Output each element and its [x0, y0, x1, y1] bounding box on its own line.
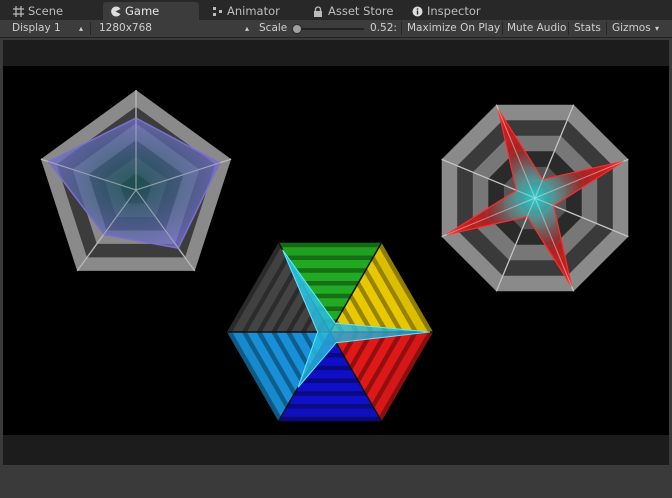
animator-icon: [211, 5, 223, 17]
tab-asset-store-label: Asset Store: [328, 4, 394, 18]
octagon-radar: [441, 104, 629, 292]
maximize-on-play-toggle[interactable]: Maximize On Play: [407, 20, 500, 37]
hexagon-band-gap: [293, 268, 367, 273]
tab-animator[interactable]: Animator: [205, 2, 286, 20]
hexagon-radar: [227, 242, 433, 422]
scale-slider-track[interactable]: [296, 28, 364, 30]
scale-label: Scale: [259, 22, 288, 34]
tab-asset-store[interactable]: Asset Store: [306, 2, 400, 20]
pentagon-radar: [40, 90, 232, 272]
mute-audio-toggle[interactable]: Mute Audio: [507, 20, 566, 37]
stats-toggle[interactable]: Stats: [574, 20, 601, 37]
display-dropdown[interactable]: Display 1: [12, 20, 61, 37]
toolbar-separator: [90, 22, 91, 35]
toolbar-separator: [502, 22, 503, 35]
hexagon-band-gap: [278, 242, 382, 248]
toolbar-separator: [606, 22, 607, 35]
tab-game-label: Game: [125, 4, 160, 18]
game-toolbar: Display 1 ▴︎ 1280x768 ▴︎ Scale 0.52: Max…: [0, 20, 672, 38]
tab-bar: Scene Game Animator Asset Store Inspecto…: [0, 0, 672, 20]
hexagon-band-gap: [285, 255, 375, 260]
radar-charts-scene: [40, 90, 629, 422]
hexagon-band-gap: [285, 404, 375, 409]
hexagon-band-gap: [278, 416, 382, 422]
gizmos-dropdown-arrow-icon[interactable]: ▾: [655, 20, 659, 37]
toolbar-separator: [401, 22, 402, 35]
info-icon: [411, 5, 423, 17]
resolution-dropdown-arrows-icon[interactable]: ▴︎: [245, 20, 249, 37]
hexagon-band-gap: [293, 391, 367, 396]
scale-value: 0.52:: [370, 22, 397, 34]
resolution-dropdown[interactable]: 1280x768: [99, 20, 152, 37]
lock-icon: [312, 5, 324, 17]
pacman-icon: [109, 5, 121, 17]
tab-animator-label: Animator: [227, 4, 280, 18]
tab-inspector[interactable]: Inspector: [405, 2, 487, 20]
hexagon-band-gap: [300, 378, 360, 383]
hexagon-band-gap: [300, 281, 360, 286]
tab-scene[interactable]: Scene: [6, 2, 69, 20]
display-dropdown-arrows-icon[interactable]: ▴︎: [79, 20, 83, 37]
gizmos-dropdown[interactable]: Gizmos: [612, 20, 651, 37]
toolbar-separator: [568, 22, 569, 35]
tab-inspector-label: Inspector: [427, 4, 481, 18]
tab-game[interactable]: Game: [103, 2, 199, 20]
scale-slider-thumb[interactable]: [292, 24, 302, 34]
tab-scene-label: Scene: [28, 4, 64, 18]
game-view[interactable]: [3, 40, 669, 465]
grid-icon: [12, 5, 24, 17]
